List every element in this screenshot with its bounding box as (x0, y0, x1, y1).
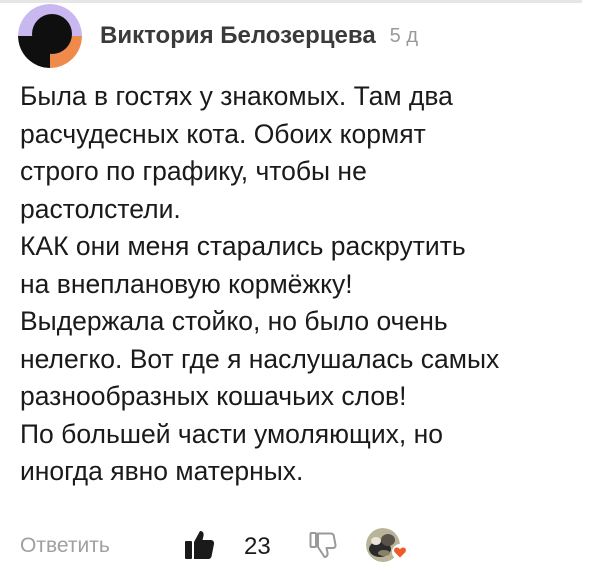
comment-header: Виктория Белозерцева 5 д (18, 4, 418, 68)
comment-body: Была в гостях у знакомых. Там два расчуд… (20, 78, 585, 491)
heart-icon (392, 544, 408, 560)
comment-actions: Ответить 23 (20, 526, 590, 566)
avatar[interactable] (18, 4, 82, 68)
comment-line: Выдержала стойко, но было очень (20, 306, 448, 336)
reply-button[interactable]: Ответить (20, 534, 110, 558)
thumb-up-icon[interactable] (182, 528, 216, 562)
comment-age: 5 д (389, 24, 419, 47)
comment-line: Была в гостях у знакомых. Там два (20, 81, 453, 111)
comment-line: расчудесных кота. Обоих кормят (20, 118, 426, 149)
comment-line: растолстели. (20, 193, 181, 224)
comment-line: строго по графику, чтобы не (20, 156, 367, 186)
comment-line: иногда явно матерных. (20, 456, 304, 486)
comment-line: разнообразных кошачьих слов! (20, 381, 407, 411)
comment-line: КАК они меня старались раскрутить (20, 231, 466, 261)
comment-line: на внеплановую кормёжку! (20, 268, 353, 299)
like-count: 23 (244, 533, 271, 560)
comment-line: нелегко. Вот где я наслушалась самых (20, 343, 500, 374)
comment-line: По большей части умоляющих, но (20, 418, 443, 449)
author-name[interactable]: Виктория Белозерцева (100, 22, 376, 50)
thumb-down-icon[interactable] (308, 530, 338, 560)
top-divider (0, 0, 582, 3)
